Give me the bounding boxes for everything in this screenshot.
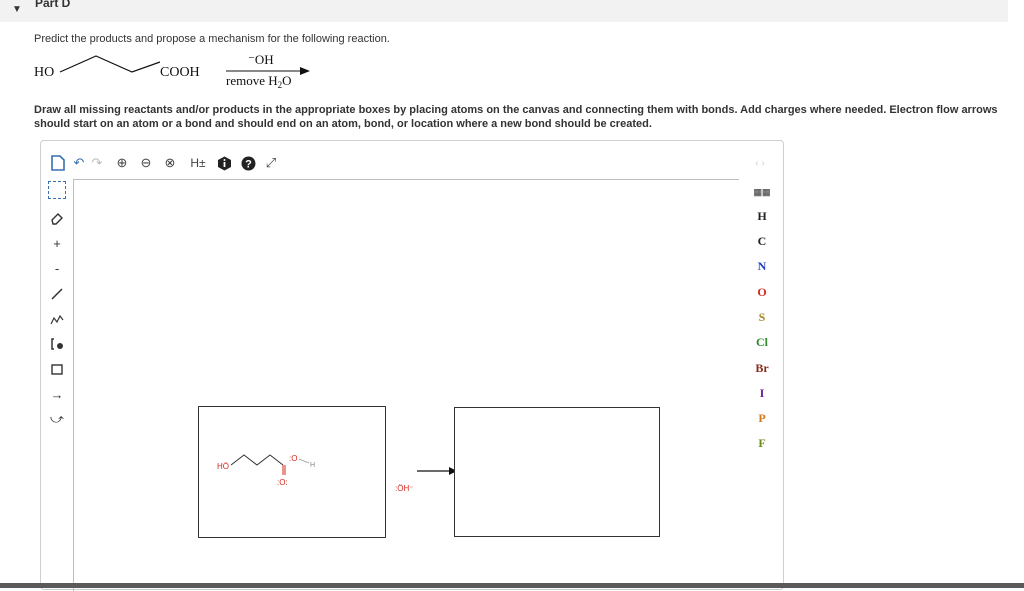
reactant-cooh-label: COOH [160, 65, 200, 80]
panel-nav-arrows[interactable]: ‹ › [747, 155, 773, 171]
atom-ho: HÖ [217, 462, 229, 471]
product-box[interactable] [454, 407, 660, 537]
eraser-icon[interactable] [48, 209, 66, 227]
reactant-ho-label: HO [34, 65, 54, 80]
chain-tool-icon[interactable] [48, 310, 66, 328]
bottom-scroll-bar[interactable] [0, 583, 1024, 588]
positive-charge-button[interactable]: + [48, 234, 66, 252]
canvas-reaction-arrow[interactable] [417, 466, 457, 476]
negative-charge-button[interactable]: - [48, 259, 66, 277]
atom-button-s[interactable]: S [741, 310, 783, 325]
atom-o-hydroxyl: :O [289, 454, 297, 463]
bracket-tool-icon[interactable] [48, 335, 66, 353]
atom-button-f[interactable]: F [741, 436, 783, 451]
editor-toolbar: ↶ ↷ ⊕ ⊖ ⊗ H± ? ⤢ ‹ › [41, 141, 783, 179]
atom-button-c[interactable]: C [741, 234, 783, 249]
atom-button-n[interactable]: N [741, 259, 783, 274]
redo-icon[interactable]: ↷ [89, 155, 105, 171]
atom-button-h[interactable]: H [741, 209, 783, 224]
reaction-scheme: HO COOH ⁻OH remove H2O [34, 52, 310, 90]
fullscreen-icon[interactable]: ⤢ [263, 155, 279, 171]
atom-button-i[interactable]: I [741, 386, 783, 401]
chemistry-editor: ↶ ↷ ⊕ ⊖ ⊗ H± ? ⤢ ‹ › + - → ⤻ HÖ:O H:O:… [40, 140, 784, 591]
reaction-arrowhead [300, 67, 310, 75]
question-prompt: Predict the products and propose a mecha… [34, 33, 390, 45]
svg-text:?: ? [245, 158, 252, 170]
atom-button-p[interactable]: P [741, 411, 783, 426]
select-tool-icon[interactable] [48, 181, 66, 199]
atom-h: H [310, 462, 315, 469]
clear-icon[interactable]: ⊗ [162, 155, 178, 171]
atom-o-carbonyl: :O: [277, 478, 288, 487]
reactant-chain [59, 55, 161, 73]
single-bond-icon[interactable] [48, 285, 66, 303]
reactant-structure: HÖ :O H :O: [217, 454, 315, 487]
periodic-table-icon[interactable]: ▦▦ [741, 187, 783, 198]
drawing-canvas[interactable]: HÖ :O H :O: :ÖH⁻ [73, 179, 739, 591]
reagent-hydroxide: ⁻OH [248, 52, 274, 67]
left-toolbar: + - → ⤻ [41, 179, 71, 579]
curved-arrow-tool-icon[interactable]: ⤻ [48, 410, 66, 428]
zoom-out-icon[interactable]: ⊖ [138, 155, 154, 171]
new-document-icon[interactable] [50, 155, 66, 171]
atom-button-br[interactable]: Br [741, 361, 783, 376]
reactant-box[interactable]: HÖ :O H :O: [198, 406, 386, 538]
atom-palette: ▦▦ H C N O S Cl Br I P F [741, 179, 783, 579]
reaction-arrow-tool-icon[interactable]: → [48, 385, 66, 403]
part-title: Part D [35, 0, 71, 10]
part-header[interactable]: ▼ Part D [0, 0, 1008, 22]
template-ring-icon[interactable] [48, 360, 66, 378]
atom-button-cl[interactable]: Cl [741, 335, 783, 350]
reagent-condition: remove H2O [226, 73, 292, 90]
help-icon[interactable]: ? [240, 155, 256, 171]
info-icon[interactable] [216, 155, 232, 171]
atom-button-o[interactable]: O [741, 285, 783, 300]
zoom-in-icon[interactable]: ⊕ [114, 155, 130, 171]
hydroxide-ion: :ÖH⁻ [395, 484, 414, 493]
hydrogen-toggle-button[interactable]: H± [185, 155, 211, 171]
undo-icon[interactable]: ↶ [71, 155, 87, 171]
collapse-triangle-icon[interactable]: ▼ [12, 4, 22, 15]
drawing-instructions: Draw all missing reactants and/or produc… [34, 104, 998, 130]
